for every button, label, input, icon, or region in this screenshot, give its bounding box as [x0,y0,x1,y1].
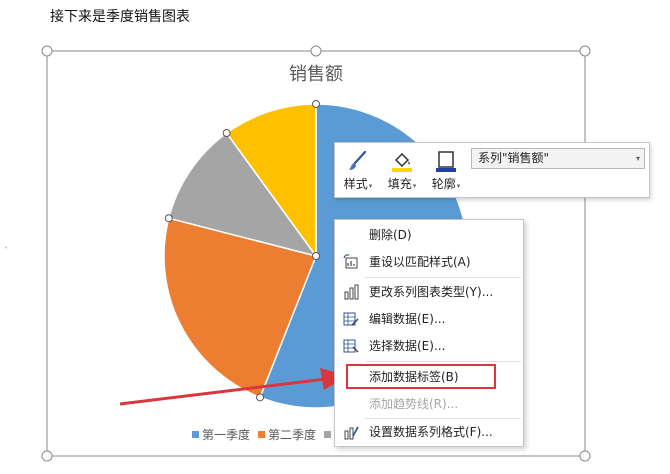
slice-handle[interactable] [164,214,173,223]
context-menu: 删除(D) 重设以匹配样式(A) 更改系列图表类型(Y)... 编辑数据(E).… [334,219,524,447]
legend-swatch-q3 [324,431,332,438]
select-data-icon [343,339,359,353]
legend-item[interactable]: 第一季度 [192,426,250,443]
reset-style-icon [343,254,358,269]
style-button[interactable]: 样式▾ [337,147,379,195]
chart-legend[interactable]: 第一季度 第二季度 第 [192,426,346,443]
menu-separator [365,418,521,419]
menu-label-select-data: 选择数据(E)... [369,339,446,353]
menu-label-reset-style: 重设以匹配样式(A) [369,255,471,269]
legend-swatch-q1 [192,431,199,438]
paint-bucket-icon [392,152,412,172]
menu-item-delete[interactable]: 删除(D) [335,223,523,247]
chart-type-icon [344,284,359,300]
menu-label-change-chart-type: 更改系列图表类型(Y)... [369,285,494,299]
outline-label: 轮廓 [431,177,456,191]
slice-handle[interactable] [222,129,231,138]
fill-label: 填充 [387,177,412,191]
menu-item-reset-style[interactable]: 重设以匹配样式(A) [335,250,523,274]
chevron-down-icon: ▾ [368,182,373,190]
legend-swatch-q2 [258,431,266,438]
mini-toolbar: 样式▾ 填充▾ 轮廓▾ 系列"销售额" ▾ [334,142,650,198]
chevron-down-icon: ▾ [635,154,640,163]
menu-item-add-trendline[interactable]: 添加趋势线(R)... [335,392,523,416]
chevron-down-icon: ▾ [412,182,417,190]
handle-bottom-right[interactable] [579,450,591,462]
format-series-icon [344,426,359,440]
menu-item-change-chart-type[interactable]: 更改系列图表类型(Y)... [335,280,523,304]
series-select[interactable]: 系列"销售额" ▾ [471,148,645,169]
legend-item[interactable]: 第二季度 [258,426,316,443]
chevron-down-icon: ▾ [456,182,461,190]
brush-icon [349,150,367,170]
handle-top-left[interactable] [41,45,53,57]
handle-top-middle[interactable] [310,45,322,57]
menu-label-delete: 删除(D) [369,228,412,242]
series-select-value: 系列"销售额" [478,151,550,165]
chart-title[interactable]: 销售额 [289,64,343,85]
outline-button[interactable]: 轮廓▾ [425,147,467,195]
outline-icon [436,151,456,172]
menu-item-edit-data[interactable]: 编辑数据(E)... [335,307,523,331]
slice-handle[interactable] [312,252,320,260]
legend-label: 第二季度 [268,428,317,442]
style-label: 样式 [343,177,368,191]
menu-label-add-trendline: 添加趋势线(R)... [369,397,459,411]
menu-label-format-series: 设置数据系列格式(F)... [369,425,493,439]
menu-item-format-series[interactable]: 设置数据系列格式(F)... [335,420,523,444]
fill-button[interactable]: 填充▾ [381,147,423,195]
handle-top-right[interactable] [579,45,591,57]
menu-label-edit-data: 编辑数据(E)... [369,312,446,326]
menu-separator [365,361,521,362]
slice-handle[interactable] [256,393,265,402]
edit-data-icon [343,312,359,326]
handle-bottom-left[interactable] [41,450,53,462]
menu-separator [365,277,521,278]
legend-label: 第一季度 [202,428,251,442]
menu-item-select-data[interactable]: 选择数据(E)... [335,334,523,358]
highlight-box [346,364,496,389]
slice-handle[interactable] [312,100,320,108]
